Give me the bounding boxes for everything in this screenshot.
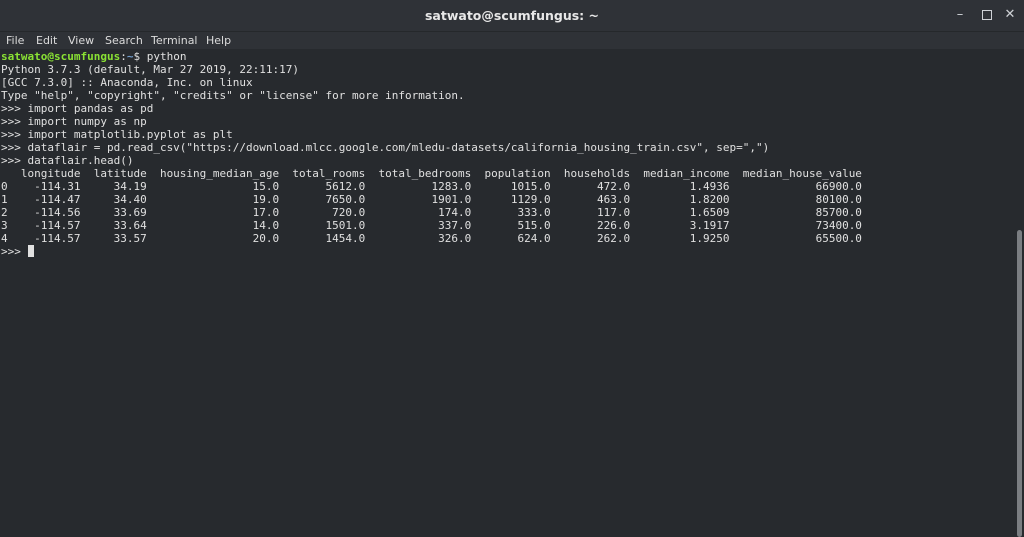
menu-file[interactable]: File [6,32,24,49]
table-row: 0 -114.31 34.19 15.0 5612.0 1283.0 1015.… [1,180,862,193]
table-row: 4 -114.57 33.57 20.0 1454.0 326.0 624.0 … [1,232,862,245]
output-line: Type "help", "copyright", "credits" or "… [1,89,465,102]
output-line: >>> import matplotlib.pyplot as plt [1,128,233,141]
output-line: >>> dataflair = pd.read_csv("https://dow… [1,141,770,154]
menu-edit[interactable]: Edit [36,32,57,49]
input-prompt: >>> [1,245,28,258]
menu-view[interactable]: View [68,32,94,49]
close-button[interactable]: ✕ [1002,7,1018,23]
prompt-command: python [146,50,187,63]
table-row: 1 -114.47 34.40 19.0 7650.0 1901.0 1129.… [1,193,862,206]
table-header-row: longitude latitude housing_median_age to… [1,167,862,180]
menu-search[interactable]: Search [105,32,143,49]
window-title: satwato@scumfungus: ~ [424,8,600,23]
close-icon: ✕ [1004,7,1016,22]
menu-terminal[interactable]: Terminal [151,32,198,49]
menu-bar: File Edit View Search Terminal Help [0,32,1024,49]
maximize-button[interactable] [979,7,995,23]
terminal-window: satwato@scumfungus: ~ – ✕ File Edit View… [0,0,1024,537]
output-line: >>> import numpy as np [1,115,147,128]
minimize-icon: – [956,7,964,22]
menu-help[interactable]: Help [206,32,231,49]
input-line[interactable]: >>> [1,245,1009,258]
output-line: >>> import pandas as pd [1,102,154,115]
table-row: 2 -114.56 33.69 17.0 720.0 174.0 333.0 1… [1,206,862,219]
table-row: 3 -114.57 33.64 14.0 1501.0 337.0 515.0 … [1,219,862,232]
prompt-user-host: satwato@scumfungus [1,50,121,63]
output-line: [GCC 7.3.0] :: Anaconda, Inc. on linux [1,76,253,89]
maximize-icon [982,10,992,20]
prompt-line: satwato@scumfungus:~$ python [1,50,1009,63]
scrollbar-thumb[interactable] [1017,230,1022,537]
prompt-dollar: $ [133,50,147,63]
terminal-output[interactable]: satwato@scumfungus:~$ python Python 3.7.… [1,50,1009,537]
scrollbar[interactable] [1014,50,1024,537]
output-line: Python 3.7.3 (default, Mar 27 2019, 22:1… [1,63,300,76]
output-line: >>> dataflair.head() [1,154,134,167]
text-cursor [27,245,34,257]
title-bar[interactable]: satwato@scumfungus: ~ – ✕ [0,0,1024,32]
minimize-button[interactable]: – [952,7,968,23]
prompt-separator: : [120,50,127,63]
